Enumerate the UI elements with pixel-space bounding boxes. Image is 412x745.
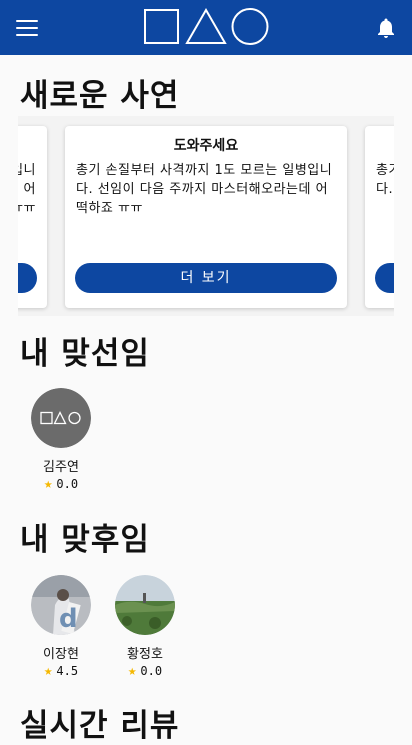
story-carousel[interactable]: 총기 손질부터 사격까지 1도 모르는 일병입니다. 선임이 다음 주까지 마스…	[18, 116, 394, 316]
hamburger-menu-icon[interactable]	[16, 19, 38, 36]
app-header	[0, 0, 412, 55]
star-icon: ★	[127, 663, 137, 679]
story-more-button[interactable]: 더 보기	[75, 263, 337, 293]
svg-text:d: d	[59, 604, 78, 634]
rating-value: 0.0	[56, 477, 79, 491]
star-icon: ★	[43, 476, 53, 492]
section-title-my-juniors: 내 맞후임	[20, 522, 150, 558]
profile-photo-icon: d	[31, 575, 91, 635]
section-title-my-seniors: 내 맞선임	[20, 336, 150, 372]
rating-value: 4.5	[56, 664, 79, 678]
story-more-button[interactable]	[375, 263, 394, 293]
story-card[interactable]: 도와주세요 총기 손질부터 사격까지 1도 모르는 일병입니다. 선임이 다음 …	[65, 126, 347, 308]
junior-profile[interactable]: 황정호 ★ 0.0	[110, 575, 180, 679]
section-title-live-reviews: 실시간 리뷰	[20, 708, 180, 744]
story-card-body: 총기 손질부터 사격까지 1도 모르는 일병입니다. 선임이 다음 주까지 마스…	[76, 163, 333, 216]
junior-rating: ★ 4.5	[26, 663, 96, 679]
bell-icon[interactable]	[374, 16, 398, 40]
story-card-partial-left[interactable]: 총기 손질부터 사격까지 1도 모르는 일병입니다. 선임이 다음 주까지 마스…	[18, 126, 47, 308]
junior-name: 이장현	[43, 647, 79, 662]
profile-photo-icon	[115, 575, 175, 635]
junior-name: 황정호	[127, 647, 163, 662]
junior-profile[interactable]: d 이장현 ★ 4.5	[26, 575, 96, 679]
star-icon: ★	[43, 663, 53, 679]
story-card-body: 총기 손질부터 사격까지 1도 모르는 일병입니다. 선임이 다음 주까지 마스…	[18, 163, 36, 216]
section-title-new-stories: 새로운 사연	[20, 78, 180, 114]
senior-rating: ★ 0.0	[26, 476, 96, 492]
senior-name: 김주연	[43, 460, 79, 475]
story-more-button[interactable]	[18, 263, 37, 293]
square-triangle-circle-logo[interactable]	[144, 8, 270, 46]
story-card-partial-right[interactable]: 총기 손질부터 사격까지 1도 모르는 일병입니다. 선임이 다음 주까지	[365, 126, 394, 308]
story-card-title: 도와주세요	[173, 138, 239, 154]
default-avatar-logo-icon	[31, 388, 91, 448]
senior-profile[interactable]: 김주연 ★ 0.0	[26, 388, 96, 492]
rating-value: 0.0	[140, 664, 163, 678]
junior-rating: ★ 0.0	[110, 663, 180, 679]
story-card-body: 총기 손질부터 사격까지 1도 모르는 일병입니다. 선임이 다음 주까지	[376, 163, 394, 197]
